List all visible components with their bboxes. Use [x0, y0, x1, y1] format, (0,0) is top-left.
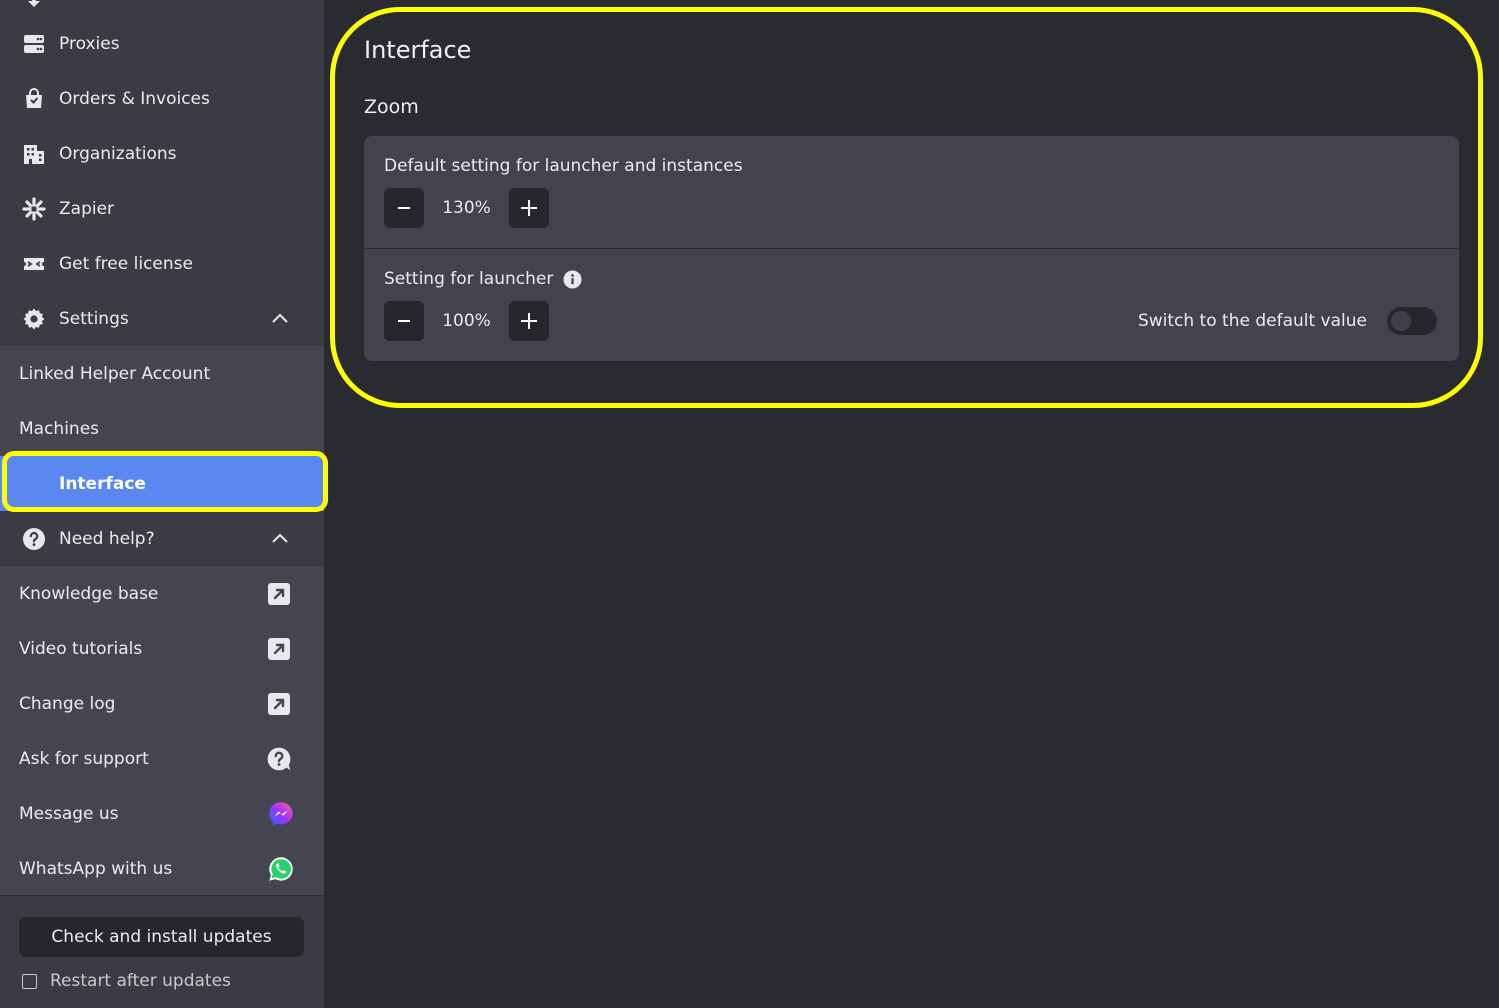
zoom-increase-button[interactable] [509, 301, 549, 341]
sidebar-item-zapier[interactable]: Zapier [0, 181, 324, 236]
default-zoom-label: Default setting for launcher and instanc… [384, 156, 743, 176]
sidebar-item-linked-helper-account[interactable]: Linked Helper Account [0, 346, 324, 401]
shopping-bag-icon [22, 87, 46, 111]
info-icon[interactable] [563, 269, 582, 289]
chevron-up-icon[interactable] [270, 529, 290, 549]
sidebar-item-label: Ask for support [19, 748, 149, 769]
sidebar: Proxies Orders & Invoices Organizations … [0, 0, 324, 1008]
sidebar-item-label: Machines [19, 418, 100, 439]
sidebar-item-label: Video tutorials [19, 638, 143, 659]
sidebar-item-label: Organizations [59, 143, 177, 164]
minus-icon [398, 207, 410, 209]
question-circle-icon [22, 527, 46, 551]
sidebar-item-label: Linked Helper Account [19, 363, 211, 384]
launcher-zoom-label: Setting for launcher [384, 269, 554, 289]
plus-icon [521, 313, 537, 329]
zoom-value: 130% [442, 198, 491, 218]
ticket-icon [22, 252, 46, 276]
building-icon [22, 142, 46, 166]
sidebar-item-label: WhatsApp with us [19, 858, 173, 879]
gear-icon [22, 307, 46, 331]
default-zoom-stepper: 130% [384, 188, 549, 228]
sidebar-item-label: Need help? [59, 528, 155, 549]
sidebar-item-label: Settings [59, 308, 129, 329]
sidebar-item-label: Change log [19, 693, 116, 714]
plus-icon [521, 200, 537, 216]
sidebar-item-label: Message us [19, 803, 119, 824]
sidebar-top-partial-icon [26, 0, 42, 7]
sidebar-item-label: Proxies [59, 33, 120, 54]
sidebar-item-proxies[interactable]: Proxies [0, 16, 324, 71]
sidebar-item-label: Zapier [59, 198, 115, 219]
zoom-decrease-button[interactable] [384, 188, 424, 228]
sidebar-item-label: Orders & Invoices [59, 88, 210, 109]
chevron-up-icon[interactable] [270, 309, 290, 329]
external-link-icon [266, 636, 292, 662]
check-updates-button[interactable]: Check and install updates [19, 917, 304, 957]
sidebar-item-get-free-license[interactable]: Get free license [0, 236, 324, 291]
sidebar-item-knowledge-base[interactable]: Knowledge base [0, 566, 324, 621]
default-zoom-card: Default setting for launcher and instanc… [364, 136, 1459, 248]
section-title-zoom: Zoom [364, 96, 419, 118]
launcher-zoom-card: Setting for launcher 100% Switch to the … [364, 249, 1459, 361]
sidebar-item-label: Knowledge base [19, 583, 159, 604]
minus-icon [398, 320, 410, 322]
launcher-zoom-stepper: 100% [384, 301, 549, 341]
zoom-decrease-button[interactable] [384, 301, 424, 341]
sidebar-item-need-help[interactable]: Need help? [0, 511, 324, 566]
proxies-icon [22, 32, 46, 56]
sidebar-item-settings[interactable]: Settings [0, 291, 324, 346]
sidebar-item-message-us[interactable]: Message us [0, 786, 324, 841]
toggle-knob [1391, 311, 1411, 331]
restart-checkbox[interactable] [22, 973, 37, 989]
sidebar-item-orders-invoices[interactable]: Orders & Invoices [0, 71, 324, 126]
zapier-icon [22, 196, 46, 221]
whatsapp-icon [268, 856, 294, 882]
sidebar-item-whatsapp[interactable]: WhatsApp with us [0, 841, 324, 896]
sidebar-footer: Check and install updates Restart after … [0, 895, 324, 1008]
restart-label: Restart after updates [50, 971, 231, 991]
sidebar-item-video-tutorials[interactable]: Video tutorials [0, 621, 324, 676]
sidebar-item-ask-for-support[interactable]: Ask for support [0, 731, 324, 786]
sidebar-item-label: Interface [59, 473, 146, 494]
messenger-icon [268, 801, 294, 827]
external-link-icon [266, 581, 292, 607]
launcher-zoom-label-row: Setting for launcher [384, 269, 582, 289]
zoom-increase-button[interactable] [509, 188, 549, 228]
switch-default-label: Switch to the default value [1137, 311, 1367, 331]
restart-after-updates[interactable]: Restart after updates [22, 971, 231, 991]
switch-default-toggle[interactable] [1387, 307, 1437, 335]
sidebar-item-interface[interactable]: Interface [0, 456, 324, 511]
external-link-icon [266, 691, 292, 717]
page-title: Interface [364, 36, 472, 64]
sidebar-item-label: Get free license [59, 253, 193, 274]
sidebar-item-organizations[interactable]: Organizations [0, 126, 324, 181]
support-chat-icon [266, 746, 292, 772]
main-content: Interface Zoom Default setting for launc… [324, 0, 1499, 1008]
sidebar-item-machines[interactable]: Machines [0, 401, 324, 456]
zoom-value: 100% [442, 311, 491, 331]
sidebar-item-change-log[interactable]: Change log [0, 676, 324, 731]
